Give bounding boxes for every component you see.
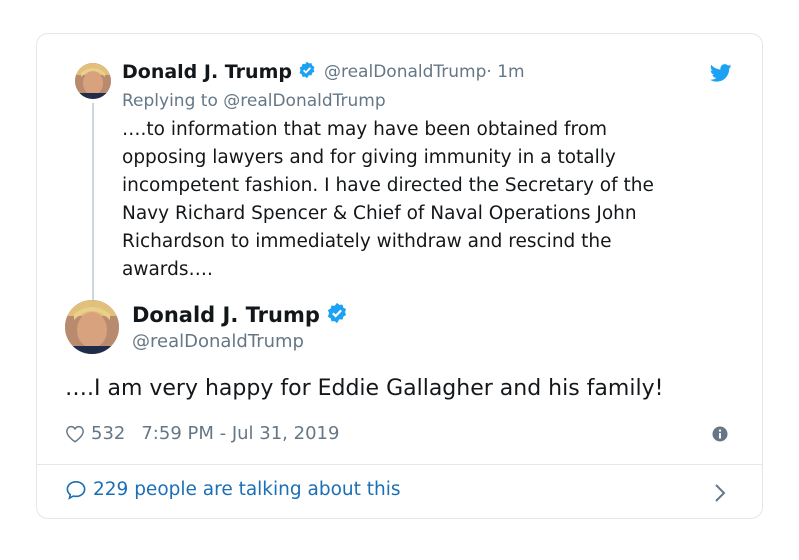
- thread-connector: [92, 103, 94, 329]
- heart-icon[interactable]: [65, 425, 85, 443]
- parent-author-handle[interactable]: @realDonaldTrump: [324, 62, 486, 82]
- conversation-count-text: 229 people are talking about this: [93, 479, 401, 500]
- tweet-meta: 532 7:59 PM - Jul 31, 2019: [65, 423, 339, 444]
- main-author-name[interactable]: Donald J. Trump: [132, 303, 320, 327]
- parent-header: Donald J. Trump @realDonaldTrump · 1m: [122, 61, 525, 83]
- parent-tweet-text: ….to information that may have been obta…: [122, 119, 654, 280]
- main-avatar[interactable]: [65, 300, 119, 354]
- info-icon[interactable]: [712, 426, 728, 446]
- like-count[interactable]: 532: [91, 423, 125, 444]
- parent-author-name[interactable]: Donald J. Trump: [122, 61, 292, 83]
- verified-badge-icon: [326, 302, 348, 328]
- chevron-right-icon[interactable]: [714, 483, 726, 507]
- embedded-tweet-card: Donald J. Trump @realDonaldTrump · 1m Re…: [36, 33, 763, 519]
- conversation-link[interactable]: 229 people are talking about this: [65, 479, 401, 500]
- verified-badge-icon: [298, 61, 316, 83]
- main-author-handle[interactable]: @realDonaldTrump: [132, 331, 304, 352]
- parent-avatar[interactable]: [75, 63, 111, 99]
- main-tweet-text: ….I am very happy for Eddie Gallagher an…: [65, 376, 664, 401]
- tweet-timestamp[interactable]: 7:59 PM - Jul 31, 2019: [141, 423, 339, 444]
- main-name-row: Donald J. Trump: [132, 302, 348, 328]
- speech-bubble-icon: [65, 480, 87, 500]
- replying-to[interactable]: Replying to @realDonaldTrump: [122, 91, 386, 111]
- twitter-bird-icon[interactable]: [709, 64, 732, 86]
- parent-timestamp[interactable]: · 1m: [486, 62, 524, 82]
- divider: [37, 464, 762, 465]
